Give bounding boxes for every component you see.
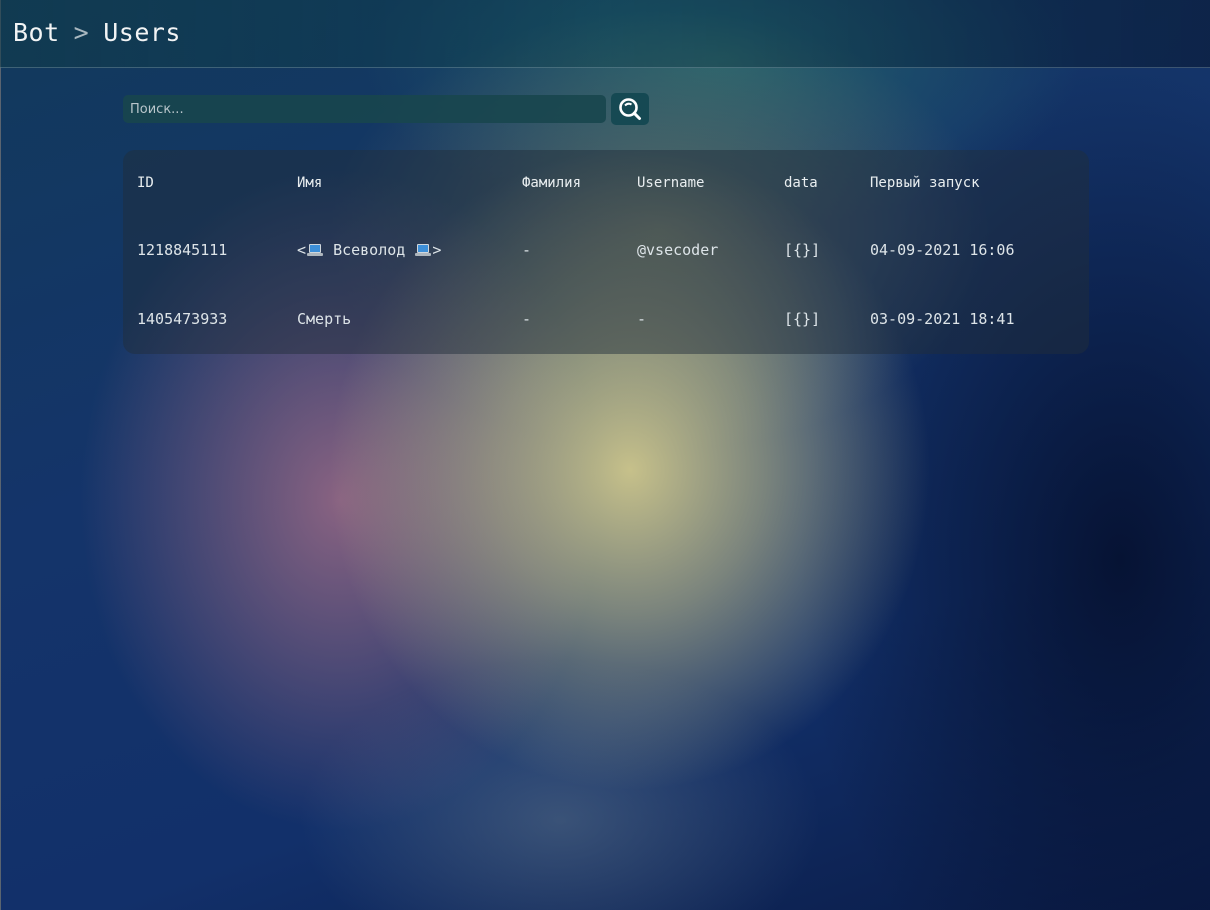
cell-last-name: - xyxy=(522,241,532,259)
cell-data: [{}] xyxy=(784,241,821,259)
cell-first-launch: 04-09-2021 16:06 xyxy=(870,241,1015,259)
search-icon xyxy=(619,98,641,120)
search-button[interactable] xyxy=(611,93,649,125)
cell-first-launch: 03-09-2021 18:41 xyxy=(870,310,1015,328)
cell-username: - xyxy=(637,310,647,328)
cell-id: 1218845111 xyxy=(137,241,228,259)
top-bar: Bot > Users xyxy=(0,0,1210,68)
cell-name: Смерть xyxy=(297,310,352,328)
cell-data: [{}] xyxy=(784,310,821,328)
name-text: Всеволод xyxy=(333,241,406,259)
breadcrumb-root[interactable]: Bot xyxy=(13,18,60,47)
breadcrumb-current: Users xyxy=(103,18,181,47)
column-header-name[interactable]: Имя xyxy=(297,175,322,191)
laptop-icon xyxy=(307,244,324,256)
users-table: ID Имя Фамилия Username data Первый запу… xyxy=(123,150,1089,354)
column-header-last-name[interactable]: Фамилия xyxy=(522,175,581,191)
search-input[interactable] xyxy=(123,95,606,123)
cell-name: < Всеволод > xyxy=(297,241,441,259)
name-prefix: < xyxy=(297,241,307,259)
column-header-username[interactable]: Username xyxy=(637,175,704,191)
search-bar xyxy=(123,93,651,125)
column-header-data[interactable]: data xyxy=(784,175,818,191)
breadcrumb: Bot > Users xyxy=(13,18,181,47)
column-header-id[interactable]: ID xyxy=(137,175,154,191)
name-suffix: > xyxy=(432,241,442,259)
breadcrumb-separator: > xyxy=(73,18,90,47)
cell-username: @vsecoder xyxy=(637,241,719,259)
cell-last-name: - xyxy=(522,310,532,328)
laptop-icon xyxy=(415,244,432,256)
window-edge xyxy=(0,0,1,910)
column-header-first-launch[interactable]: Первый запуск xyxy=(870,175,980,191)
cell-id: 1405473933 xyxy=(137,310,228,328)
